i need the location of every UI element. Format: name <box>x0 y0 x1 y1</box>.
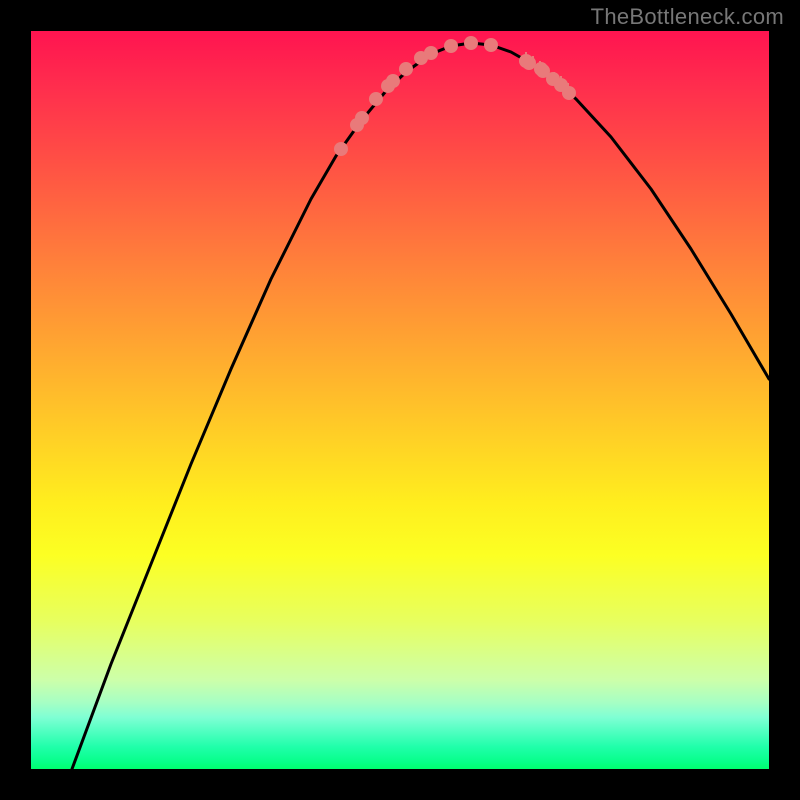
marker-dots <box>334 36 576 156</box>
chart-plot-area <box>31 31 769 769</box>
curve-line <box>72 43 769 769</box>
watermark-text: TheBottleneck.com <box>591 4 784 30</box>
chart-baseline-band <box>31 747 769 769</box>
chart-frame <box>31 31 769 769</box>
